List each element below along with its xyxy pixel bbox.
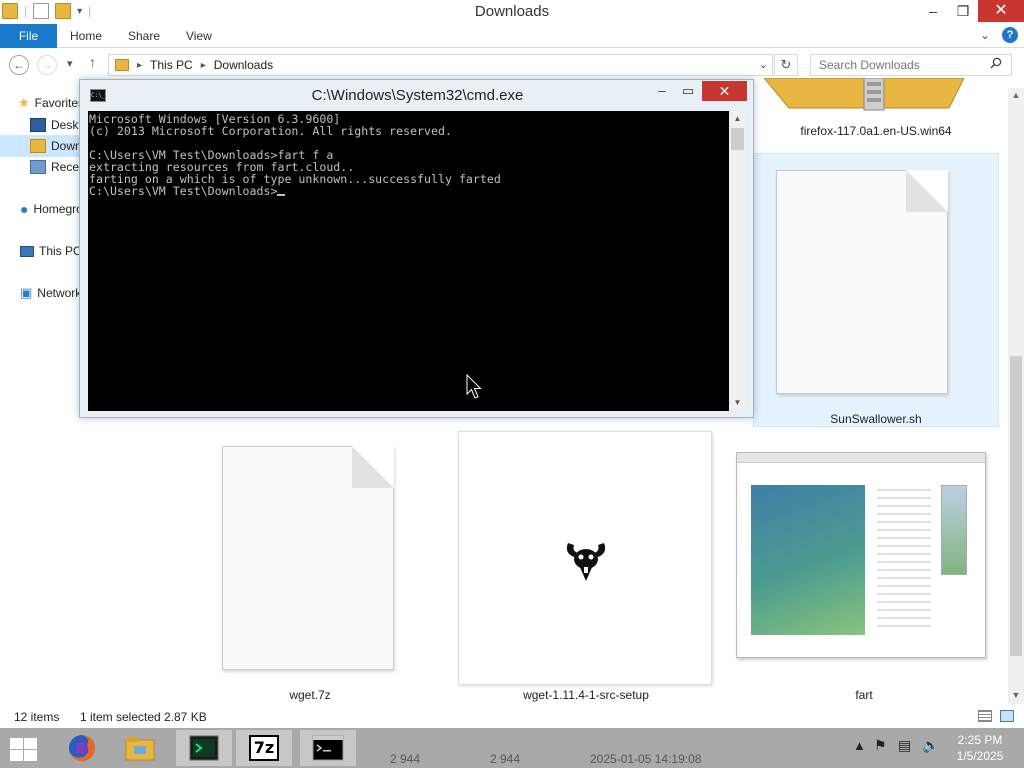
cmd-scrollbar[interactable]: ▲ ▼ <box>729 111 746 411</box>
back-button[interactable]: ← <box>9 55 29 75</box>
console-line: (c) 2013 Microsoft Corporation. All righ… <box>89 124 452 138</box>
console-prompt-line: C:\Users\VM Test\Downloads> <box>89 185 728 197</box>
taskbar-app-file-explorer[interactable] <box>112 730 168 766</box>
file-tile-firefox[interactable]: firefox-117.0a1.en-US.win64 <box>754 78 998 148</box>
cmd-minimize-button[interactable]: – <box>648 81 676 101</box>
tab-home[interactable]: Home <box>70 24 102 48</box>
status-bar: 12 items 1 item selected 2.87 KB <box>0 704 1024 728</box>
text-cursor <box>277 194 286 196</box>
large-icons-view-icon[interactable] <box>1000 710 1014 722</box>
show-hidden-icons-chevron-icon[interactable]: ▲ <box>853 738 866 753</box>
scroll-up-arrow-icon[interactable]: ▲ <box>1008 90 1024 100</box>
network-icon: ▣ <box>20 285 33 300</box>
generic-file-icon <box>222 446 394 670</box>
item-count: 12 items <box>14 710 60 724</box>
help-icon[interactable]: ? <box>1002 27 1018 43</box>
windows-logo-icon <box>10 738 23 749</box>
navigation-pane: ★ Favorites Desktop Downloads Recent pla… <box>0 88 110 704</box>
file-tile-sunswallower[interactable]: SunSwallower.sh <box>753 153 999 427</box>
refresh-icon[interactable]: ↻ <box>774 54 798 76</box>
terminal-icon <box>189 735 219 761</box>
homegroup-icon: ● <box>20 201 29 217</box>
file-name: firefox-117.0a1.en-US.win64 <box>800 124 952 138</box>
breadcrumb-this-pc[interactable]: This PC <box>150 58 193 72</box>
minimize-button[interactable]: – <box>918 0 948 22</box>
start-button[interactable] <box>8 736 38 762</box>
maximize-button[interactable]: ❐ <box>948 0 978 22</box>
taskbar-app-firefox[interactable] <box>54 730 110 766</box>
computer-icon <box>20 245 34 257</box>
recent-locations-chevron-icon[interactable]: ▾ <box>67 57 73 70</box>
explorer-titlebar: | ▾ | Downloads – ❐ ✕ <box>0 0 1024 24</box>
generic-file-icon <box>776 170 948 394</box>
mouse-pointer-icon <box>466 374 482 399</box>
file-tile-wget-7z[interactable]: wget.7z <box>200 438 420 708</box>
up-arrow-icon[interactable]: ↑ <box>89 54 96 70</box>
command-prompt-icon <box>312 735 344 761</box>
zip-folder-icon <box>764 78 964 111</box>
taskbar-app-7z[interactable]: 7z <box>236 730 292 766</box>
background-text: 2 944 <box>390 752 421 766</box>
background-text: 2025-01-05 14:19:08 <box>590 752 702 766</box>
cmd-scroll-up-arrow-icon[interactable]: ▲ <box>729 114 746 123</box>
tab-share[interactable]: Share <box>128 24 160 48</box>
desktop-icon <box>30 118 46 132</box>
cmd-window[interactable]: C:\_ C:\Windows\System32\cmd.exe – ▭ ✕ M… <box>79 79 754 418</box>
console-prompt: C:\Users\VM Test\Downloads> <box>89 184 278 198</box>
breadcrumb-downloads[interactable]: Downloads <box>214 58 273 72</box>
taskbar-app-terminal[interactable] <box>176 730 232 766</box>
action-center-flag-icon[interactable]: ⚑ <box>874 737 887 754</box>
file-explorer-icon <box>125 737 155 761</box>
downloads-folder-icon <box>115 59 129 71</box>
address-dropdown-chevron-icon[interactable]: ⌄ <box>759 58 768 71</box>
address-bar[interactable]: ▸ This PC ▸ Downloads ⌄ <box>108 54 773 76</box>
navigation-bar: ← → ▾ ↑ ▸ This PC ▸ Downloads ⌄ ↻ Search… <box>0 48 1024 82</box>
volume-muted-icon[interactable]: 🔈 <box>922 737 939 754</box>
taskbar-app-command-prompt[interactable] <box>300 730 356 766</box>
file-tile-fart[interactable]: fart <box>732 450 996 708</box>
file-name: fart <box>855 688 873 702</box>
window-title: Downloads <box>474 3 550 20</box>
sidebar-item-downloads[interactable]: Downloads <box>0 135 80 157</box>
clock-date: 1/5/2025 <box>956 749 1004 763</box>
firefox-icon <box>69 735 95 761</box>
scrollbar-thumb[interactable] <box>1010 356 1022 656</box>
file-name: wget.7z <box>289 688 331 702</box>
cmd-titlebar[interactable]: C:\_ C:\Windows\System32\cmd.exe – ▭ ✕ <box>80 80 755 110</box>
downloads-folder-icon <box>30 139 46 153</box>
cmd-maximize-button[interactable]: ▭ <box>674 81 702 101</box>
recent-icon <box>30 160 46 174</box>
file-list-scrollbar[interactable]: ▲ ▼ <box>1008 88 1024 704</box>
file-tile-wget-setup[interactable]: wget-1.11.4-1-src-setup <box>458 431 714 707</box>
ribbon: File Home Share View ⌄ ? <box>0 24 1024 48</box>
taskbar: 2 944 2 944 2025-01-05 14:19:08 7z ▲ ⚑ ▤… <box>0 728 1024 768</box>
background-text: 2 944 <box>490 752 521 766</box>
star-icon: ★ <box>18 95 30 110</box>
forward-button[interactable]: → <box>37 55 57 75</box>
cmd-scrollbar-thumb[interactable] <box>731 128 744 150</box>
taskbar-clock[interactable]: 2:25 PM 1/5/2025 <box>955 732 1005 764</box>
clock-time: 2:25 PM <box>957 733 1003 747</box>
search-input[interactable]: Search Downloads <box>810 54 1012 76</box>
cmd-close-button[interactable]: ✕ <box>702 81 747 101</box>
cmd-scroll-down-arrow-icon[interactable]: ▼ <box>729 398 746 407</box>
scroll-down-arrow-icon[interactable]: ▼ <box>1008 690 1024 700</box>
app-window-thumbnail-icon <box>736 452 986 658</box>
search-icon[interactable] <box>990 57 1002 69</box>
gnu-logo-icon <box>566 543 606 581</box>
expand-ribbon-chevron-icon[interactable]: ⌄ <box>980 28 990 42</box>
details-view-icon[interactable] <box>978 710 992 722</box>
selected-size: 2.87 KB <box>164 710 207 724</box>
network-tray-icon[interactable]: ▤ <box>898 737 911 754</box>
file-name: wget-1.11.4-1-src-setup <box>523 688 649 702</box>
tab-file[interactable]: File <box>0 24 57 48</box>
close-button[interactable]: ✕ <box>978 0 1024 22</box>
file-name: SunSwallower.sh <box>830 412 922 426</box>
cmd-console-output[interactable]: Microsoft Windows [Version 6.3.9600] (c) … <box>88 111 729 411</box>
tab-view[interactable]: View <box>186 24 212 48</box>
selected-count: 1 item selected <box>80 710 161 724</box>
7z-icon: 7z <box>249 735 279 761</box>
